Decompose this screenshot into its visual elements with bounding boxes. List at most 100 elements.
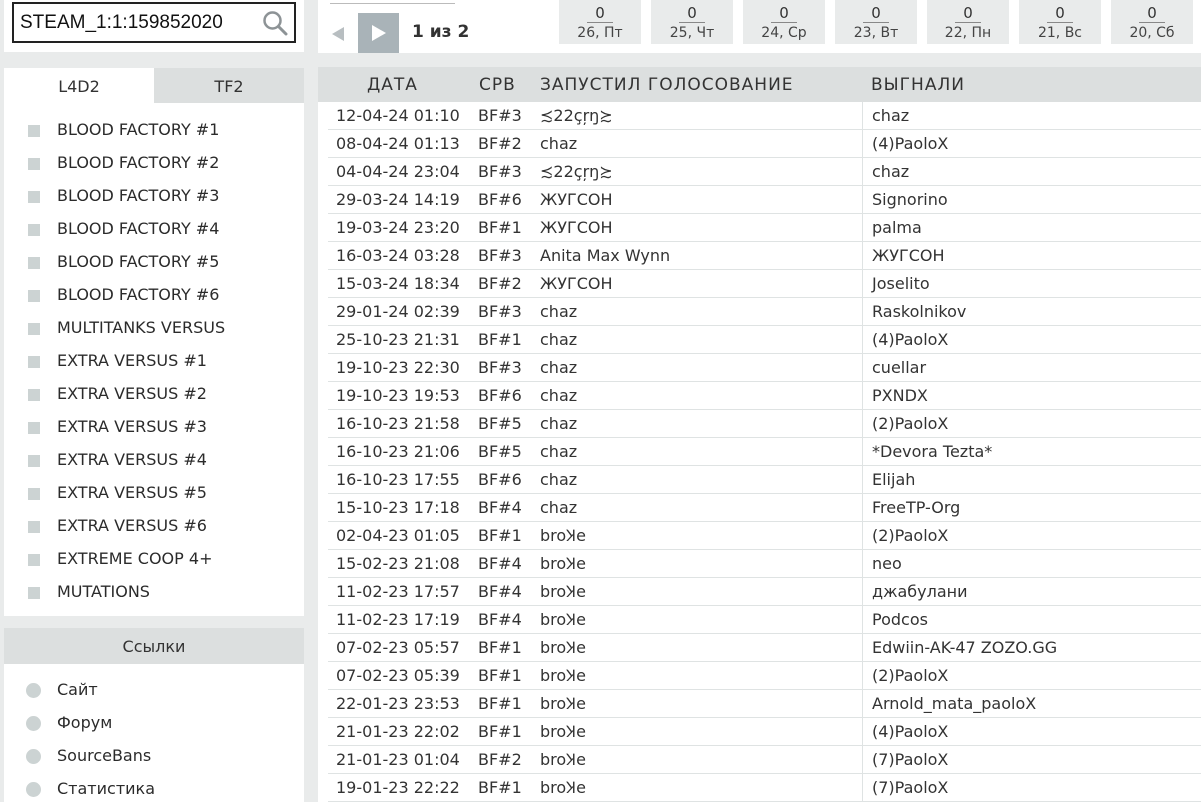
prev-page-button[interactable] bbox=[324, 14, 352, 52]
table-row[interactable]: 29-03-24 14:19 BF#6 ЖУГСОН Signorino bbox=[328, 186, 1201, 214]
cell-initiator: ЖУГСОН bbox=[540, 190, 613, 209]
cell-server: BF#1 bbox=[478, 666, 522, 685]
cell-date: 02-04-23 01:05 bbox=[336, 526, 460, 545]
server-item[interactable]: EXTRA VERSUS #2 bbox=[4, 377, 304, 410]
cell-initiator: ≾22çŗŋ≿ bbox=[540, 162, 613, 181]
day-count: 0 bbox=[1139, 5, 1165, 23]
cell-initiator: chaz bbox=[540, 498, 578, 517]
table-row[interactable]: 19-10-23 22:30 BF#3 chaz cuellar bbox=[328, 354, 1201, 382]
table-row[interactable]: 15-02-23 21:08 BF#4 broꞰe neo bbox=[328, 550, 1201, 578]
cell-server: BF#6 bbox=[478, 470, 522, 489]
server-item[interactable]: EXTRA VERSUS #5 bbox=[4, 476, 304, 509]
table-row[interactable]: 21-01-23 01:04 BF#2 broꞰe (7)PaoloX bbox=[328, 746, 1201, 774]
table-row[interactable]: 19-10-23 19:53 BF#6 chaz PXNDX bbox=[328, 382, 1201, 410]
server-item[interactable]: MULTITANKS VERSUS bbox=[4, 311, 304, 344]
server-list: BLOOD FACTORY #1 BLOOD FACTORY #2 BLOOD FA… bbox=[4, 103, 304, 608]
table-row[interactable]: 21-01-23 22:02 BF#1 broꞰe (4)PaoloX bbox=[328, 718, 1201, 746]
cell-server: BF#4 bbox=[478, 554, 522, 573]
table-row[interactable]: 16-10-23 21:58 BF#5 chaz (2)PaoloX bbox=[328, 410, 1201, 438]
table-row[interactable]: 15-03-24 18:34 BF#2 ЖУГСОН Joselito bbox=[328, 270, 1201, 298]
table-row[interactable]: 22-01-23 23:53 BF#1 broꞰe Arnold_mata_paolo… bbox=[328, 690, 1201, 718]
server-item[interactable]: EXTRA VERSUS #1 bbox=[4, 344, 304, 377]
server-item[interactable]: MUTATIONS bbox=[4, 575, 304, 608]
server-item[interactable]: EXTREME COOP 4+ bbox=[4, 542, 304, 575]
cell-server: BF#6 bbox=[478, 386, 522, 405]
table-row[interactable]: 04-04-24 23:04 BF#3 ≾22çŗŋ≿ chaz bbox=[328, 158, 1201, 186]
day-counter[interactable]: 0 20, Сб bbox=[1111, 0, 1193, 44]
link-item[interactable]: SourceBans bbox=[4, 739, 304, 772]
table-row[interactable]: 25-10-23 21:31 BF#1 chaz (4)PaoloX bbox=[328, 326, 1201, 354]
link-item[interactable]: Сайт bbox=[4, 673, 304, 706]
table-row[interactable]: 19-03-24 23:20 BF#1 ЖУГСОН palma bbox=[328, 214, 1201, 242]
cell-initiator: broꞰe bbox=[540, 694, 586, 713]
link-item[interactable]: Форум bbox=[4, 706, 304, 739]
server-name: MUTATIONS bbox=[57, 582, 150, 601]
header-server[interactable]: СРВ bbox=[469, 67, 531, 102]
cell-initiator: chaz bbox=[540, 386, 578, 405]
server-item[interactable]: BLOOD FACTORY #6 bbox=[4, 278, 304, 311]
table-row[interactable]: 16-10-23 17:55 BF#6 chaz Elijah bbox=[328, 466, 1201, 494]
link-item[interactable]: Статистика bbox=[4, 772, 304, 802]
header-initiator[interactable]: ЗАПУСТИЛ ГОЛОСОВАНИЕ bbox=[531, 67, 862, 102]
table-row[interactable]: 12-04-24 01:10 BF#3 ≾22çŗŋ≿ chaz bbox=[328, 102, 1201, 130]
table-row[interactable]: 29-01-24 02:39 BF#3 chaz Raskolnikov bbox=[328, 298, 1201, 326]
tab-tf2[interactable]: TF2 bbox=[154, 68, 304, 103]
day-counter[interactable]: 0 26, Пт bbox=[559, 0, 641, 44]
day-counter[interactable]: 0 21, Вс bbox=[1019, 0, 1101, 44]
cell-initiator: chaz bbox=[540, 302, 578, 321]
server-item[interactable]: EXTRA VERSUS #4 bbox=[4, 443, 304, 476]
cell-server: BF#6 bbox=[478, 190, 522, 209]
table-row[interactable]: 11-02-23 17:19 BF#4 broꞰe Podcos bbox=[328, 606, 1201, 634]
tab-l4d2[interactable]: L4D2 bbox=[4, 68, 154, 103]
server-item[interactable]: BLOOD FACTORY #3 bbox=[4, 179, 304, 212]
table-row[interactable]: 16-03-24 03:28 BF#3 Anita Max Wynn ЖУГСОН bbox=[328, 242, 1201, 270]
cell-server: BF#3 bbox=[478, 358, 522, 377]
table-row[interactable]: 07-02-23 05:57 BF#1 broꞰe Edwiin-AK-47 ZOZO… bbox=[328, 634, 1201, 662]
next-page-button[interactable] bbox=[358, 13, 399, 53]
server-name: BLOOD FACTORY #3 bbox=[57, 186, 220, 205]
cell-date: 12-04-24 01:10 bbox=[336, 106, 460, 125]
cell-server: BF#3 bbox=[478, 302, 522, 321]
server-item[interactable]: EXTRA VERSUS #3 bbox=[4, 410, 304, 443]
server-item[interactable]: BLOOD FACTORY #1 bbox=[4, 113, 304, 146]
server-item[interactable]: EXTRA VERSUS #6 bbox=[4, 509, 304, 542]
cell-initiator: broꞰe bbox=[540, 750, 586, 769]
server-name: EXTRA VERSUS #2 bbox=[57, 384, 207, 403]
cell-date: 29-01-24 02:39 bbox=[336, 302, 460, 321]
table-row[interactable]: 16-10-23 21:06 BF#5 chaz *Devora Tezta* bbox=[328, 438, 1201, 466]
table-row[interactable]: 07-02-23 05:39 BF#1 broꞰe (2)PaoloX bbox=[328, 662, 1201, 690]
cell-date: 16-10-23 21:06 bbox=[336, 442, 460, 461]
header-kicked[interactable]: ВЫГНАЛИ bbox=[862, 67, 1201, 102]
header-date[interactable]: ДАТА bbox=[318, 67, 469, 102]
table-row[interactable]: 08-04-24 01:13 BF#2 chaz (4)PaoloX bbox=[328, 130, 1201, 158]
cell-initiator: broꞰe bbox=[540, 582, 586, 601]
cell-initiator: broꞰe bbox=[540, 554, 586, 573]
server-item[interactable]: BLOOD FACTORY #2 bbox=[4, 146, 304, 179]
cell-kicked: (2)PaoloX bbox=[862, 662, 1201, 689]
server-name: BLOOD FACTORY #2 bbox=[57, 153, 220, 172]
cell-server: BF#1 bbox=[478, 526, 522, 545]
server-item[interactable]: BLOOD FACTORY #5 bbox=[4, 245, 304, 278]
bullet-square-icon bbox=[28, 554, 40, 566]
search-input[interactable] bbox=[14, 4, 254, 41]
cell-date: 22-01-23 23:53 bbox=[336, 694, 460, 713]
cell-date: 07-02-23 05:57 bbox=[336, 638, 460, 657]
day-counter[interactable]: 0 22, Пн bbox=[927, 0, 1009, 44]
server-item[interactable]: BLOOD FACTORY #4 bbox=[4, 212, 304, 245]
cell-date: 19-10-23 22:30 bbox=[336, 358, 460, 377]
cell-initiator: ≾22çŗŋ≿ bbox=[540, 106, 613, 125]
day-counter[interactable]: 0 25, Чт bbox=[651, 0, 733, 44]
search-icon[interactable] bbox=[262, 10, 288, 36]
day-counter[interactable]: 0 24, Ср bbox=[743, 0, 825, 44]
game-tabs: L4D2 TF2 bbox=[4, 68, 304, 103]
cell-date: 15-03-24 18:34 bbox=[336, 274, 460, 293]
cell-server: BF#1 bbox=[478, 694, 522, 713]
table-row[interactable]: 19-01-23 22:22 BF#1 broꞰe (7)PaoloX bbox=[328, 774, 1201, 802]
table-row[interactable]: 02-04-23 01:05 BF#1 broꞰe (2)PaoloX bbox=[328, 522, 1201, 550]
table-row[interactable]: 11-02-23 17:57 BF#4 broꞰe джабулани bbox=[328, 578, 1201, 606]
server-name: EXTRA VERSUS #3 bbox=[57, 417, 207, 436]
day-counter[interactable]: 0 23, Вт bbox=[835, 0, 917, 44]
table-row[interactable]: 15-10-23 17:18 BF#4 chaz FreeTP-Org bbox=[328, 494, 1201, 522]
cell-initiator: ЖУГСОН bbox=[540, 274, 613, 293]
server-name: BLOOD FACTORY #1 bbox=[57, 120, 220, 139]
